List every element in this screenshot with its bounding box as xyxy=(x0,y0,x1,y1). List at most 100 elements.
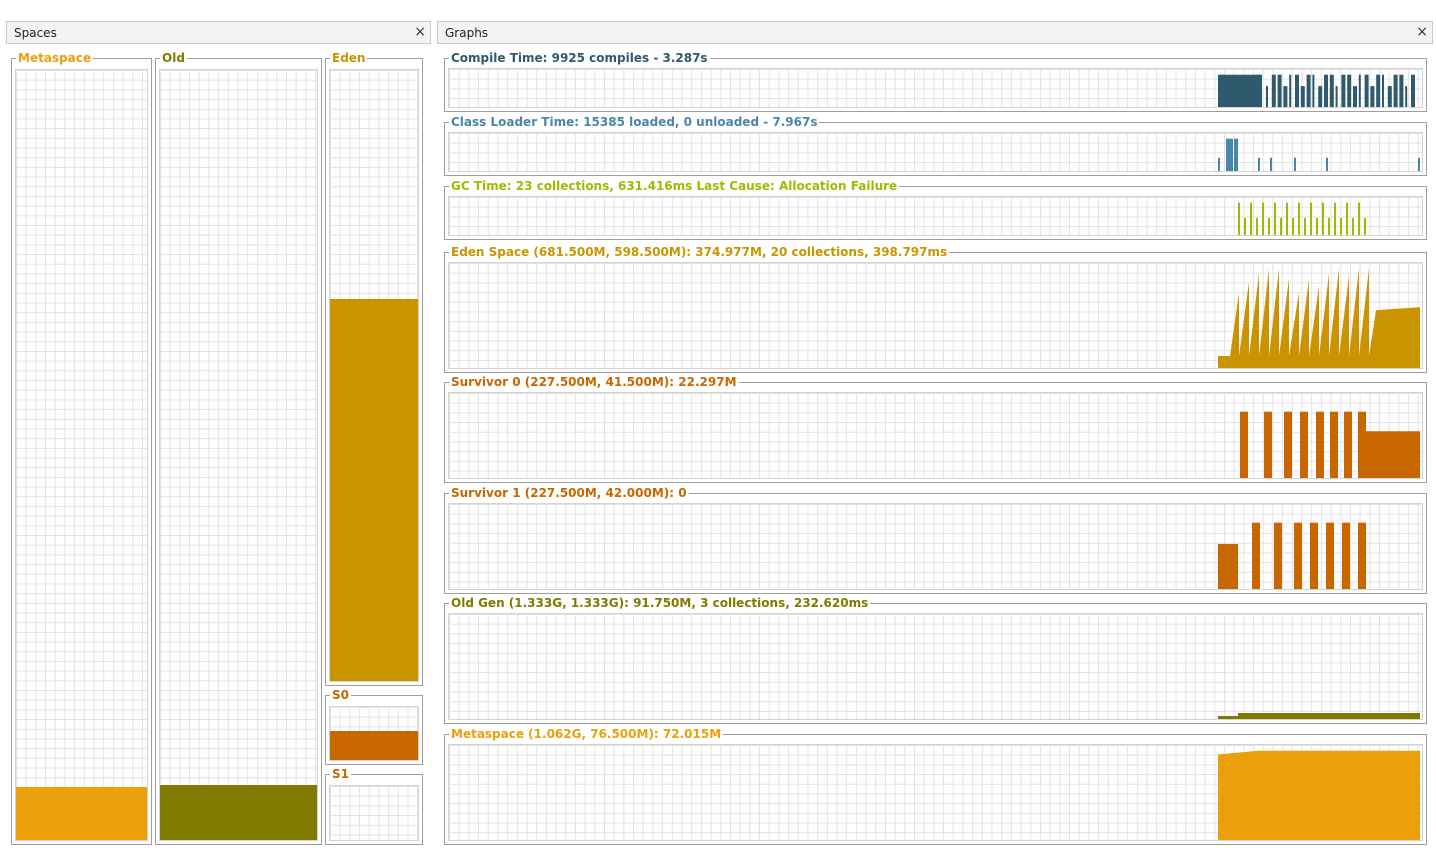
s0-usage-bar xyxy=(1264,411,1272,478)
gc-time-plot xyxy=(448,196,1423,236)
meta-graph-svg xyxy=(1218,750,1420,840)
metaspace-graph: Metaspace (1.062G, 76.500M): 72.015M xyxy=(444,727,1427,845)
graphs-tab-title: Graphs xyxy=(445,26,489,40)
compile-activity-bar xyxy=(1382,74,1384,107)
gc-event-spike xyxy=(1334,202,1336,235)
gc-event-spike xyxy=(1238,202,1240,235)
compile-activity-bar xyxy=(1411,74,1415,107)
gc-event-spike xyxy=(1298,202,1300,235)
s0-usage-bar xyxy=(1358,411,1366,478)
compile-activity-block xyxy=(1218,74,1262,107)
old-graph-svg xyxy=(1218,713,1420,719)
compile-activity-bar xyxy=(1312,74,1315,107)
s1-usage-bar xyxy=(1252,522,1260,589)
classloader-graph-svg xyxy=(1218,138,1420,171)
gc-event-spike xyxy=(1286,202,1288,235)
compile-activity-bar xyxy=(1370,86,1375,107)
class-loader-label: Class Loader Time: 15385 loaded, 0 unloa… xyxy=(449,115,820,129)
graphs-tab[interactable]: Graphs × xyxy=(437,21,1433,44)
survivor1-graph-label: Survivor 1 (227.500M, 42.000M): 0 xyxy=(449,486,689,500)
survivor1-plot xyxy=(448,503,1423,590)
gc-event-spike xyxy=(1346,202,1348,235)
s1-usage-block xyxy=(1218,543,1238,589)
s1-usage-bar xyxy=(1310,522,1318,589)
gc-event-spike xyxy=(1244,217,1246,235)
metaspace-graph-label: Metaspace (1.062G, 76.500M): 72.015M xyxy=(449,727,724,741)
survivor0-graph-label: Survivor 0 (227.500M, 41.500M): 22.297M xyxy=(449,375,739,389)
old-gen-graph: Old Gen (1.333G, 1.333G): 91.750M, 3 col… xyxy=(444,596,1427,724)
s0-usage-bar xyxy=(1330,411,1338,478)
compile-activity-bar xyxy=(1347,74,1352,107)
s1-usage-bar xyxy=(1342,522,1350,589)
compile-time-label: Compile Time: 9925 compiles - 3.287s xyxy=(449,51,710,65)
old-gen-graph-label: Old Gen (1.333G, 1.333G): 91.750M, 3 col… xyxy=(449,596,871,610)
compile-activity-bar xyxy=(1387,86,1392,107)
gc-graph-svg xyxy=(1238,202,1366,235)
graphs-close-icon[interactable]: × xyxy=(1416,24,1428,40)
compile-activity-bar xyxy=(1329,74,1334,107)
gc-event-spike xyxy=(1340,217,1342,235)
compile-activity-bar xyxy=(1318,86,1323,107)
compile-activity-bar xyxy=(1289,74,1292,107)
compile-activity-bar xyxy=(1306,74,1311,107)
class-loader-graph: Class Loader Time: 15385 loaded, 0 unloa… xyxy=(444,115,1427,176)
s0-usage-bar xyxy=(1300,411,1308,478)
eden-graph: Eden Space (681.500M, 598.500M): 374.977… xyxy=(444,245,1427,373)
gc-time-graph: GC Time: 23 collections, 631.416ms Last … xyxy=(444,179,1427,240)
compile-graph-svg xyxy=(1218,74,1415,107)
gc-event-spike xyxy=(1358,202,1360,235)
survivor0-graph: Survivor 0 (227.500M, 41.500M): 22.297M xyxy=(444,375,1427,483)
gc-event-spike xyxy=(1292,217,1294,235)
classloader-spike xyxy=(1258,157,1260,171)
survivor1-graph: Survivor 1 (227.500M, 42.000M): 0 xyxy=(444,486,1427,594)
compile-activity-bar xyxy=(1335,86,1338,107)
compile-activity-bar xyxy=(1295,74,1299,107)
gc-event-spike xyxy=(1328,217,1330,235)
gc-event-spike xyxy=(1280,217,1282,235)
gc-event-spike xyxy=(1364,217,1366,235)
compile-activity-bar xyxy=(1353,86,1357,107)
classloader-spike xyxy=(1230,138,1233,171)
classloader-spike xyxy=(1294,157,1296,171)
compile-activity-bar xyxy=(1277,74,1282,107)
eden-plot xyxy=(448,262,1423,369)
eden-graph-svg xyxy=(1218,268,1420,368)
gc-event-spike xyxy=(1262,202,1264,235)
s1-usage-bar xyxy=(1274,522,1282,589)
classloader-spike xyxy=(1226,138,1228,171)
gc-event-spike xyxy=(1310,202,1312,235)
compile-activity-bar xyxy=(1341,74,1346,107)
gc-event-spike xyxy=(1274,202,1276,235)
compile-time-plot xyxy=(448,68,1423,108)
gc-event-spike xyxy=(1304,217,1306,235)
classloader-spike xyxy=(1236,138,1238,171)
eden-usage-area xyxy=(1218,268,1420,368)
compile-activity-bar xyxy=(1324,74,1328,107)
s0-usage-bar xyxy=(1240,411,1248,478)
class-loader-plot xyxy=(448,132,1423,172)
compile-activity-bar xyxy=(1364,74,1369,107)
compile-activity-bar xyxy=(1266,86,1268,107)
metaspace-usage-area xyxy=(1218,750,1420,840)
compile-activity-bar xyxy=(1393,74,1398,107)
s1-usage-bar xyxy=(1358,522,1366,589)
gc-event-spike xyxy=(1322,202,1324,235)
eden-graph-label: Eden Space (681.500M, 598.500M): 374.977… xyxy=(449,245,950,259)
s0-usage-bar xyxy=(1344,411,1352,478)
compile-activity-bar xyxy=(1358,74,1361,107)
s0-graph-svg xyxy=(1240,411,1420,478)
old-gen-usage-area xyxy=(1238,713,1420,719)
compile-time-graph: Compile Time: 9925 compiles - 3.287s xyxy=(444,51,1427,112)
s1-usage-bar xyxy=(1326,522,1334,589)
survivor0-plot xyxy=(448,392,1423,479)
compile-activity-bar xyxy=(1399,74,1404,107)
s1-graph-svg xyxy=(1218,522,1366,589)
classloader-spike xyxy=(1270,157,1272,171)
s0-usage-bar xyxy=(1316,411,1324,478)
old-gen-plot xyxy=(448,613,1423,720)
gc-event-spike xyxy=(1268,217,1270,235)
gc-event-spike xyxy=(1256,217,1258,235)
compile-activity-bar xyxy=(1300,86,1305,107)
compile-activity-bar xyxy=(1405,86,1408,107)
graphs-panel: Graphs × Compile Time: 9925 compiles - 3… xyxy=(0,0,1436,851)
